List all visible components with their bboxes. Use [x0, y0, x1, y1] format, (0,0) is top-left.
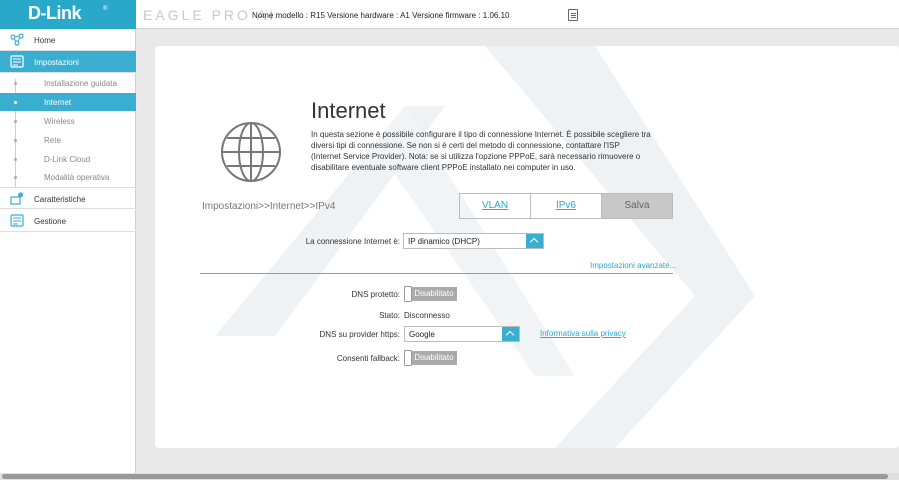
sidebar-item-label: Caratteristiche: [34, 195, 86, 204]
toggle-state-text: Disabilitato: [411, 287, 457, 301]
toggle-knob: [404, 286, 412, 302]
connection-type-select[interactable]: IP dinamico (DHCP): [403, 233, 544, 249]
sidebar-subitem-label: Internet: [44, 98, 72, 107]
globe-icon: [221, 122, 281, 182]
connection-type-label: La connessione Internet è:: [305, 237, 400, 246]
sidebar-item-label: Gestione: [34, 217, 67, 226]
tab-vlan[interactable]: VLAN: [460, 194, 531, 218]
dns-provider-label: DNS su provider https:: [319, 330, 400, 339]
sidebar-subitem-wireless[interactable]: Wireless: [0, 112, 136, 130]
fallback-label: Consenti fallback:: [336, 354, 400, 363]
dns-provider-select[interactable]: Google: [404, 326, 520, 342]
dns-protected-toggle[interactable]: Disabilitato: [404, 286, 458, 302]
content-card: Internet In questa sezione è possibile c…: [155, 46, 899, 448]
action-tabs: VLAN IPv6 Salva: [459, 193, 673, 219]
sidebar-item-features[interactable]: Caratteristiche: [0, 187, 136, 209]
tab-ipv6[interactable]: IPv6: [531, 194, 602, 218]
sidebar-subitem-label: Modalità operativa: [44, 173, 110, 182]
model-info: Nome modello : R15 Versione hardware : A…: [252, 11, 510, 20]
sidebar-subitem-operation-mode[interactable]: Modalità operativa: [0, 168, 136, 186]
dlink-logo: D-Link ®: [0, 0, 136, 29]
status-label: Stato:: [379, 311, 400, 320]
breadcrumb: Impostazioni>>Internet>>IPv4: [202, 201, 336, 212]
sidebar-item-label: Home: [34, 36, 56, 45]
sidebar-subitem-internet[interactable]: Internet: [0, 93, 136, 111]
scrollbar-thumb[interactable]: [2, 474, 888, 479]
sidebar-item-label: Impostazioni: [34, 58, 79, 67]
bullet: [14, 158, 17, 161]
features-icon: [10, 192, 23, 205]
sidebar-item-settings[interactable]: Impostazioni: [0, 51, 136, 73]
sidebar: Home Impostazioni Installazione guidata …: [0, 29, 136, 480]
sidebar-item-home[interactable]: Home: [0, 29, 136, 51]
connection-type-value: IP dinamico (DHCP): [408, 237, 480, 246]
sidebar-subitem-label: Installazione guidata: [44, 79, 117, 88]
toggle-knob: [404, 350, 412, 366]
management-icon: [10, 214, 24, 227]
sidebar-subitem-dlink-cloud[interactable]: D-Link Cloud: [0, 150, 136, 168]
chevron-up-icon: [526, 234, 543, 248]
section-divider: [200, 273, 673, 274]
document-icon[interactable]: [568, 9, 578, 21]
sidebar-subitem-wizard[interactable]: Installazione guidata: [0, 74, 136, 92]
top-header: D-Link ® EAGLE PRO AI Nome modello : R15…: [0, 0, 899, 29]
advanced-settings-link[interactable]: Impostazioni avanzate...: [590, 261, 676, 270]
sidebar-subitem-network[interactable]: Rete: [0, 131, 136, 149]
network-icon: [10, 33, 24, 46]
sidebar-subitem-label: Rete: [44, 136, 61, 145]
save-button[interactable]: Salva: [602, 194, 672, 218]
page-title: Internet: [311, 98, 386, 123]
logo-text: D-Link: [28, 3, 82, 23]
settings-panel-icon: [10, 55, 24, 68]
chevron-up-icon: [502, 327, 519, 341]
dns-protected-label: DNS protetto:: [351, 290, 400, 299]
sidebar-subitem-label: D-Link Cloud: [44, 155, 91, 164]
bullet: [14, 82, 17, 85]
bullet: [14, 101, 17, 104]
bullet: [14, 176, 17, 179]
sidebar-subitem-label: Wireless: [44, 117, 75, 126]
horizontal-scrollbar[interactable]: [0, 473, 899, 480]
fallback-toggle[interactable]: Disabilitato: [404, 350, 458, 366]
logo-registered-mark: ®: [103, 6, 108, 12]
bullet: [14, 120, 17, 123]
bullet: [14, 139, 17, 142]
sidebar-item-management[interactable]: Gestione: [0, 210, 136, 232]
privacy-policy-link[interactable]: Informativa sulla privacy: [540, 329, 626, 338]
toggle-state-text: Disabilitato: [411, 351, 457, 365]
page-description: In questa sezione è possibile configurar…: [311, 130, 651, 172]
status-value: Disconnesso: [404, 311, 450, 320]
dns-provider-value: Google: [409, 330, 435, 339]
